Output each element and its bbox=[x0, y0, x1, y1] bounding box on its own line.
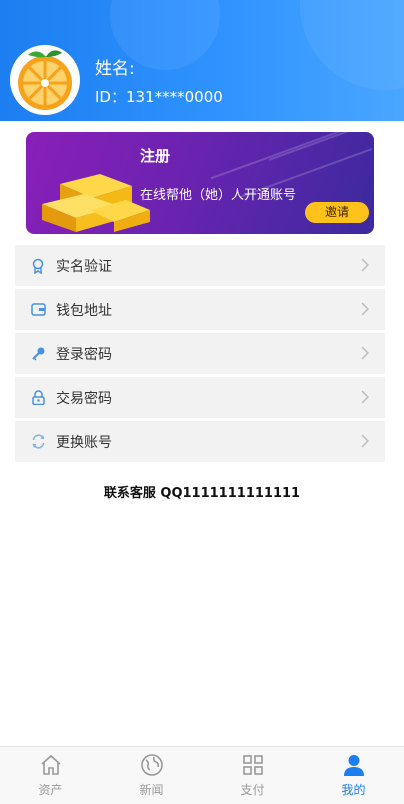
banner-title: 注册 bbox=[140, 147, 171, 165]
key-icon bbox=[30, 346, 46, 362]
chevron-right-icon bbox=[361, 390, 369, 404]
chevron-right-icon bbox=[361, 302, 369, 316]
bottom-tab-bar: 资产 新闻 支付 我的 bbox=[0, 746, 404, 804]
menu-item-label: 登录密码 bbox=[56, 346, 112, 363]
home-icon bbox=[40, 754, 61, 775]
refresh-icon bbox=[30, 434, 46, 450]
tab-label: 新闻 bbox=[139, 783, 164, 797]
register-banner[interactable]: 注册 在线帮他（她）人开通账号 邀请 bbox=[26, 132, 374, 234]
menu-item-verify[interactable]: 实名验证 bbox=[15, 245, 385, 286]
wallet-icon bbox=[30, 302, 46, 318]
profile-header: 姓名: ID：131****0000 bbox=[0, 0, 404, 121]
customer-service-contact: 联系客服 QQ1111111111111 bbox=[103, 486, 301, 501]
menu-item-wallet[interactable]: 钱包地址 bbox=[15, 289, 385, 330]
invite-button[interactable]: 邀请 bbox=[305, 202, 369, 223]
tab-payment[interactable]: 支付 bbox=[202, 747, 303, 804]
tab-label: 支付 bbox=[240, 783, 265, 797]
chevron-right-icon bbox=[361, 434, 369, 448]
chevron-right-icon bbox=[361, 258, 369, 272]
banner-description: 在线帮他（她）人开通账号 bbox=[140, 188, 297, 203]
tab-label: 资产 bbox=[38, 783, 63, 797]
menu-item-label: 钱包地址 bbox=[56, 302, 112, 319]
user-id: ID：131****0000 bbox=[95, 88, 223, 106]
menu-item-label: 实名验证 bbox=[56, 258, 112, 275]
globe-icon bbox=[140, 754, 163, 776]
header-decoration bbox=[300, 0, 404, 90]
user-name-label: 姓名: bbox=[95, 59, 135, 79]
tab-mine[interactable]: 我的 bbox=[303, 747, 404, 804]
menu-item-switch-account[interactable]: 更换账号 bbox=[15, 421, 385, 462]
user-icon bbox=[343, 755, 364, 776]
grid-icon bbox=[242, 755, 263, 775]
menu-item-trade-password[interactable]: 交易密码 bbox=[15, 377, 385, 418]
lock-icon bbox=[30, 390, 46, 406]
gold-bars-icon bbox=[42, 174, 150, 232]
menu-item-login-password[interactable]: 登录密码 bbox=[15, 333, 385, 374]
tab-news[interactable]: 新闻 bbox=[101, 747, 202, 804]
chevron-right-icon bbox=[361, 346, 369, 360]
verify-icon bbox=[30, 258, 46, 274]
settings-menu: 实名验证 钱包地址 登录密码 交易密码 更换账号 bbox=[15, 245, 385, 465]
banner-decoration bbox=[210, 132, 362, 180]
avatar[interactable] bbox=[10, 45, 80, 115]
orange-avatar-icon bbox=[18, 50, 72, 110]
menu-item-label: 交易密码 bbox=[56, 390, 112, 407]
menu-item-label: 更换账号 bbox=[56, 434, 112, 451]
tab-assets[interactable]: 资产 bbox=[0, 747, 101, 804]
tab-label: 我的 bbox=[341, 783, 366, 797]
